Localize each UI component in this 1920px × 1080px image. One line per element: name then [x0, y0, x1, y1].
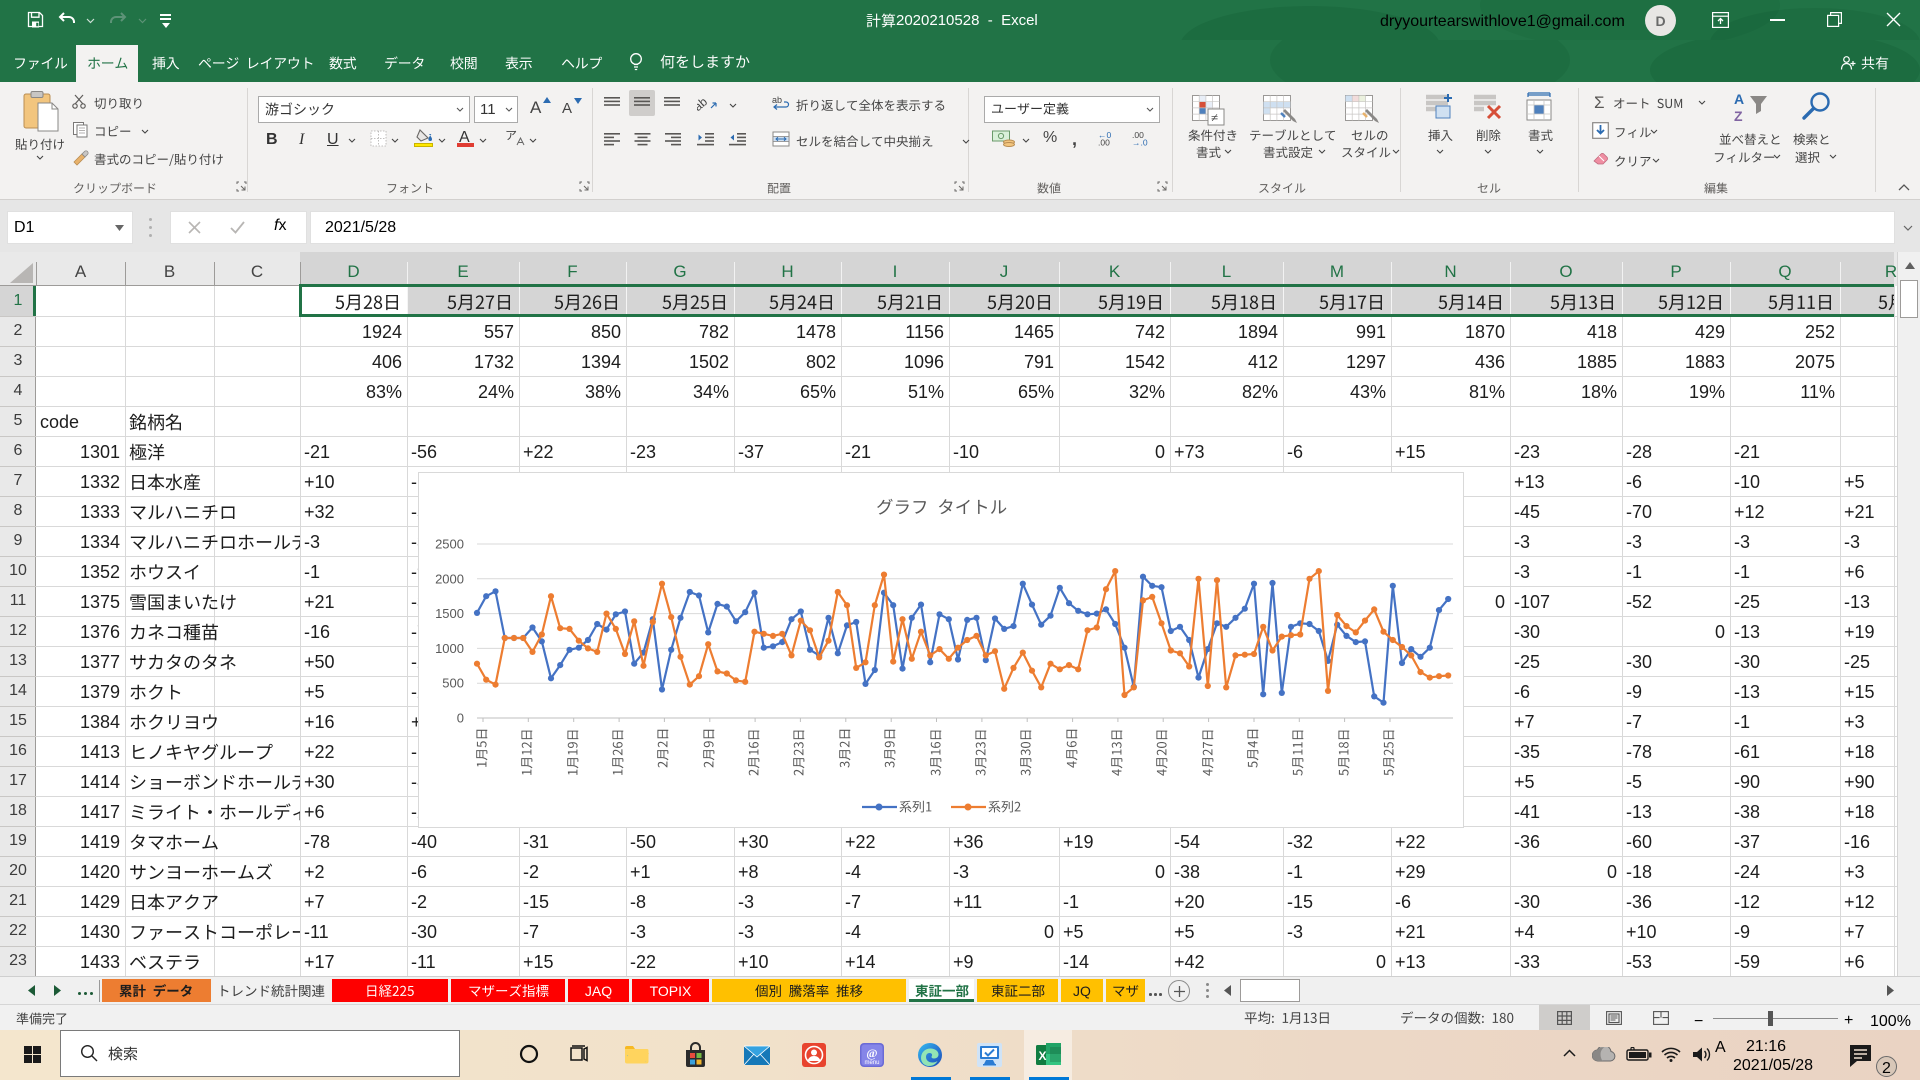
- svg-text:→.0: →.0: [1132, 138, 1148, 147]
- svg-text:ab: ab: [697, 94, 710, 113]
- svg-text:@: @: [866, 1046, 877, 1060]
- svg-text:X: X: [1038, 1049, 1046, 1063]
- svg-text:0: 0: [457, 711, 464, 726]
- svg-text:1000: 1000: [435, 641, 464, 656]
- svg-text:500: 500: [442, 676, 464, 691]
- svg-text:1500: 1500: [435, 606, 464, 621]
- svg-text:2500: 2500: [435, 537, 464, 552]
- svg-text:2000: 2000: [435, 571, 464, 586]
- svg-text:menu: menu: [864, 1060, 879, 1066]
- svg-text:ab: ab: [772, 95, 782, 105]
- svg-text:.00: .00: [1098, 138, 1110, 147]
- svg-text:≠: ≠: [1211, 110, 1218, 125]
